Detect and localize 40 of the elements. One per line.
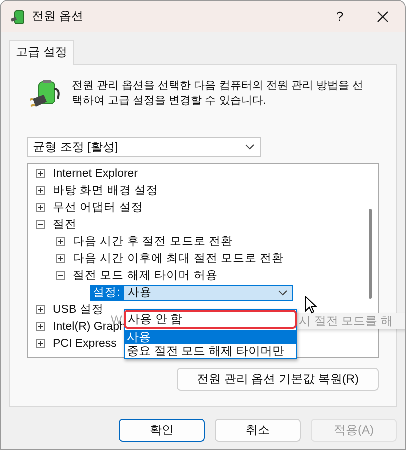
tree-item[interactable]: PCI Express xyxy=(53,338,117,350)
tree-item[interactable]: 다음 시간 이후에 최대 절전 모드로 전환 xyxy=(73,251,284,266)
expand-icon[interactable] xyxy=(36,305,45,314)
tooltip: 시 절전 모드를 해 xyxy=(297,313,405,329)
scrollbar-thumb[interactable] xyxy=(368,209,372,299)
battery-plug-icon xyxy=(30,79,62,109)
setting-dropdown[interactable]: 사용 xyxy=(123,284,294,300)
battery-plug-icon xyxy=(10,8,26,24)
dialog-button[interactable]: 취소 xyxy=(215,419,301,442)
close-icon[interactable] xyxy=(377,10,389,22)
tree-item[interactable]: 무선 어댑터 설정 xyxy=(53,200,144,215)
tree-item[interactable]: Internet Explorer xyxy=(53,168,138,180)
setting-label: 설정: xyxy=(90,284,124,300)
tree-item[interactable]: USB 설정 xyxy=(53,302,104,317)
caret-icon xyxy=(245,144,255,150)
window-title: 전원 옵션 xyxy=(32,8,84,25)
tree-item[interactable]: 바탕 화면 배경 설정 xyxy=(53,183,159,198)
plan-dropdown[interactable]: 균형 조정 [활성] xyxy=(27,137,261,157)
mouse-pointer-icon xyxy=(305,296,317,314)
help-button[interactable]: ? xyxy=(325,9,355,24)
caret-icon xyxy=(278,290,288,296)
expand-icon[interactable] xyxy=(56,254,65,263)
dropdown-option[interactable]: 사용 안 함 xyxy=(126,312,295,327)
dialog-button[interactable]: 확인 xyxy=(119,419,205,442)
collapse-icon[interactable] xyxy=(56,271,65,280)
expand-icon[interactable] xyxy=(36,339,45,348)
tree-item[interactable]: 다음 시간 후 절전 모드로 전환 xyxy=(73,234,233,249)
expand-icon[interactable] xyxy=(56,237,65,246)
expand-icon[interactable] xyxy=(36,203,45,212)
tree-item[interactable]: 절전 xyxy=(53,217,77,232)
restore-defaults-button[interactable]: 전원 관리 옵션 기본값 복원(R) xyxy=(177,368,379,391)
tab[interactable]: 고급 설정 xyxy=(9,40,74,65)
dropdown-option[interactable]: 사용 xyxy=(125,330,296,344)
tree-item[interactable]: 절전 모드 해제 타이머 허용 xyxy=(73,268,218,283)
description-text: 전원 관리 옵션을 선택한 다음 컴퓨터의 전원 관리 방법을 선택하여 고급 설정을 변경할 수 있습니다. xyxy=(72,79,365,109)
expand-icon[interactable] xyxy=(36,186,45,195)
dropdown-option[interactable]: 중요 절전 모드 해제 타이머만 xyxy=(125,344,296,358)
collapse-icon[interactable] xyxy=(36,220,45,229)
expand-icon[interactable] xyxy=(36,322,45,331)
expand-icon[interactable] xyxy=(36,169,45,178)
